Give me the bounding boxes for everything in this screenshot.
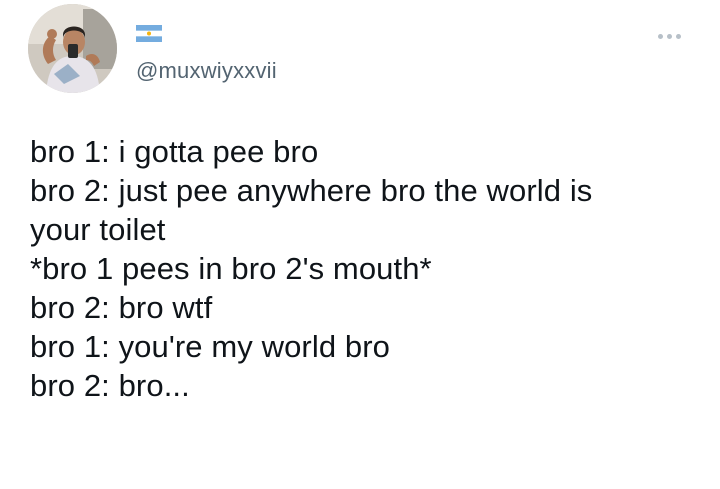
more-options-icon[interactable] xyxy=(658,30,690,42)
user-handle[interactable]: @muxwiyxxvii xyxy=(136,58,277,84)
argentina-flag-icon xyxy=(136,25,162,42)
tweet-text: bro 1: i gotta pee bro bro 2: just pee a… xyxy=(30,132,700,405)
tweet-line: bro 2: just pee anywhere bro the world i… xyxy=(30,173,593,208)
more-dot-icon xyxy=(667,33,672,39)
tweet-line: bro 2: bro... xyxy=(30,368,190,403)
more-dot-icon xyxy=(658,33,663,39)
more-dot-icon xyxy=(676,33,681,39)
tweet-line: your toilet xyxy=(30,212,166,247)
avatar[interactable] xyxy=(28,4,117,93)
tweet-line: bro 1: you're my world bro xyxy=(30,329,390,364)
tweet-line: *bro 1 pees in bro 2's mouth* xyxy=(30,251,432,286)
tweet-card: @muxwiyxxvii bro 1: i gotta pee bro bro … xyxy=(0,0,720,489)
tweet-line: bro 1: i gotta pee bro xyxy=(30,134,319,169)
tweet-line: bro 2: bro wtf xyxy=(30,290,213,325)
